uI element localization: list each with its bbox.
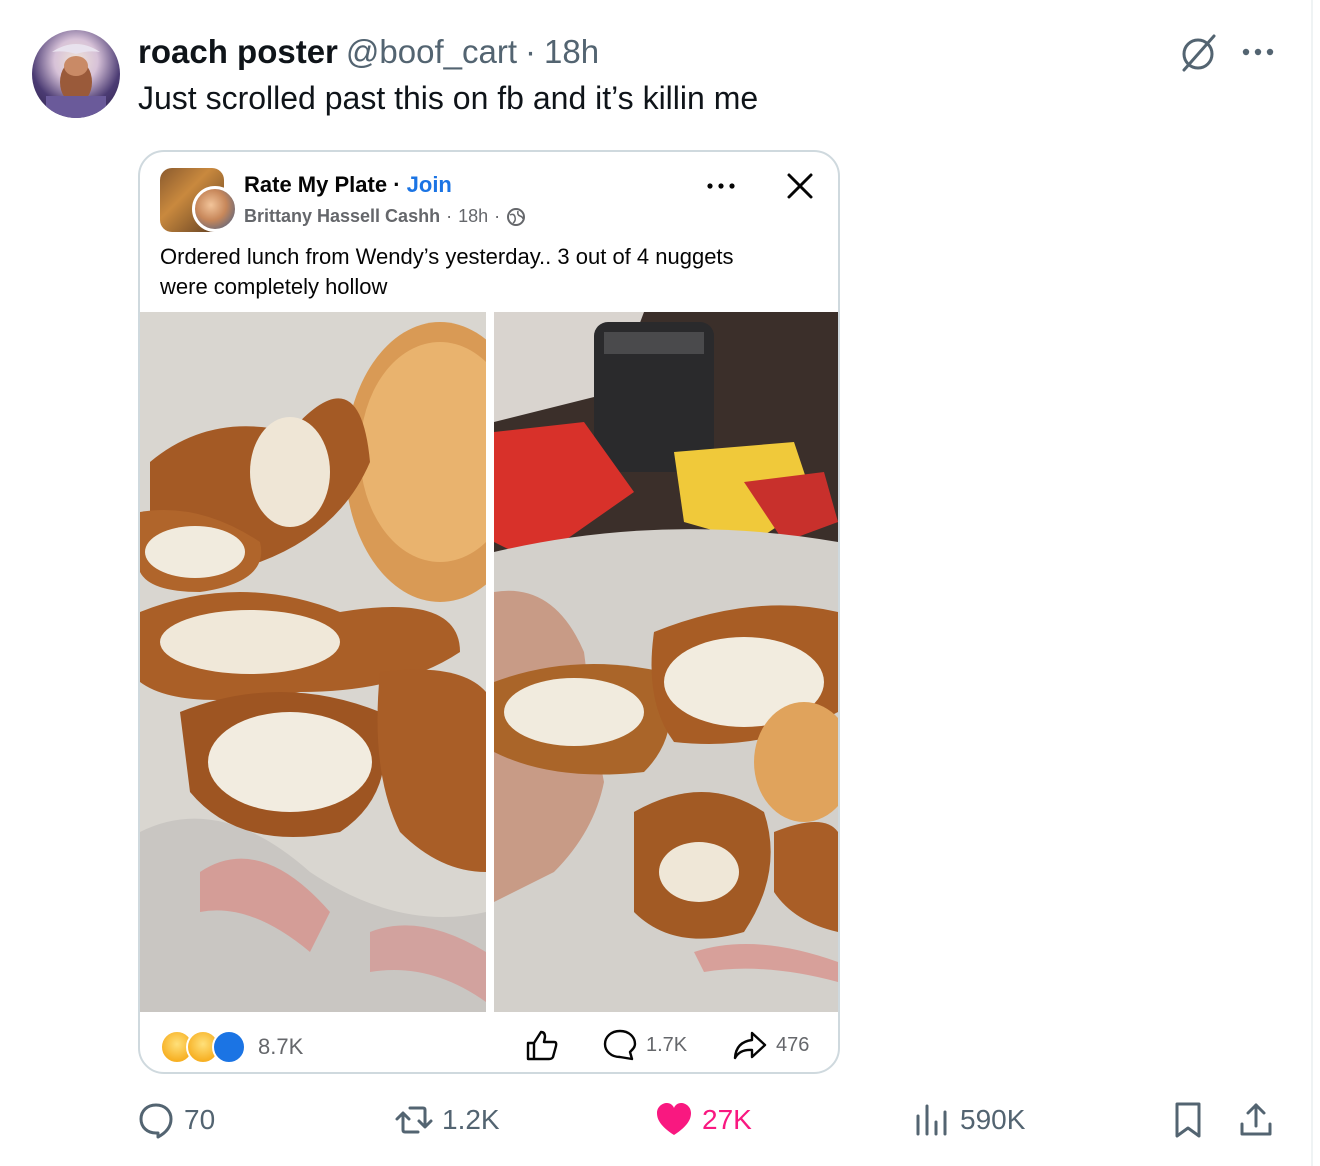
fb-like-action bbox=[524, 1028, 560, 1062]
post-text: Just scrolled past this on fb and it’s k… bbox=[138, 80, 759, 116]
bookmark-button[interactable] bbox=[1168, 1098, 1208, 1142]
group-separator: · bbox=[393, 172, 401, 197]
fb-more-icon bbox=[707, 183, 735, 189]
fb-share-count: 476 bbox=[776, 1033, 810, 1056]
fb-post-time: 18h bbox=[458, 206, 489, 226]
fb-separator: · bbox=[446, 206, 453, 226]
avatar-image bbox=[46, 44, 106, 118]
author-line: roach poster @boof_cart · 18h bbox=[138, 30, 599, 74]
views-button[interactable]: 590K bbox=[912, 1098, 1025, 1142]
views-count: 590K bbox=[960, 1104, 1026, 1135]
fb-caption: Ordered lunch from Wendy’s yesterday.. 3… bbox=[160, 244, 734, 299]
separator-dot: · bbox=[524, 33, 536, 70]
fb-separator-2: · bbox=[494, 206, 501, 226]
repost-count: 1.2K bbox=[442, 1104, 500, 1135]
nuggets-photo-image bbox=[140, 312, 486, 1012]
reply-icon bbox=[139, 1103, 173, 1139]
display-name[interactable]: roach poster bbox=[138, 33, 338, 71]
globe-icon bbox=[507, 207, 526, 226]
timeline-border bbox=[1311, 0, 1313, 1166]
group-line: Rate My Plate · Join bbox=[244, 172, 452, 198]
grok-slash-icon[interactable] bbox=[1176, 30, 1220, 74]
avatar[interactable] bbox=[32, 30, 120, 118]
reaction-count: 8.7K bbox=[258, 1034, 304, 1059]
fb-comment-action: 1.7K bbox=[602, 1028, 687, 1062]
fb-close-icon bbox=[787, 173, 813, 199]
fb-comment-count: 1.7K bbox=[646, 1033, 688, 1056]
more-horizontal-icon[interactable] bbox=[1238, 34, 1278, 70]
like-reaction-icon bbox=[212, 1030, 246, 1064]
fb-author-name: Brittany Hassell Cashh bbox=[244, 206, 441, 226]
embedded-fb-screenshot[interactable]: Rate My Plate · Join Brittany Hassell Ca… bbox=[138, 150, 840, 1074]
photo-hollow-nuggets-pile bbox=[140, 312, 486, 1012]
reaction-summary: 8.7K bbox=[160, 1030, 303, 1064]
handle[interactable]: @boof_cart bbox=[346, 33, 517, 71]
like-count: 27K bbox=[702, 1104, 752, 1135]
views-bar-chart-icon bbox=[916, 1104, 947, 1136]
repost-icon bbox=[395, 1106, 433, 1134]
share-button[interactable] bbox=[1236, 1098, 1276, 1142]
thumbs-up-icon bbox=[526, 1030, 558, 1061]
like-button[interactable]: 27K bbox=[654, 1098, 752, 1142]
fb-share-action: 476 bbox=[732, 1028, 809, 1062]
comment-bubble-icon bbox=[603, 1029, 637, 1061]
heart-filled-icon bbox=[657, 1103, 691, 1135]
repost-button[interactable]: 1.2K bbox=[394, 1098, 500, 1142]
photo-hand-holding-nugget bbox=[494, 312, 838, 1012]
join-link: Join bbox=[406, 172, 452, 197]
bookmark-icon bbox=[1175, 1102, 1201, 1138]
share-upload-icon bbox=[1240, 1103, 1272, 1136]
share-arrow-icon bbox=[733, 1031, 767, 1060]
post-time[interactable]: 18h bbox=[544, 33, 599, 71]
reply-count: 70 bbox=[184, 1104, 216, 1135]
hand-photo-image bbox=[494, 312, 838, 1012]
reply-button[interactable]: 70 bbox=[136, 1098, 215, 1142]
fb-author-line: Brittany Hassell Cashh · 18h · bbox=[244, 206, 526, 227]
fb-footer: 8.7K 1.7K 476 bbox=[140, 1014, 838, 1072]
group-name: Rate My Plate bbox=[244, 172, 388, 197]
author-avatar bbox=[192, 186, 238, 232]
